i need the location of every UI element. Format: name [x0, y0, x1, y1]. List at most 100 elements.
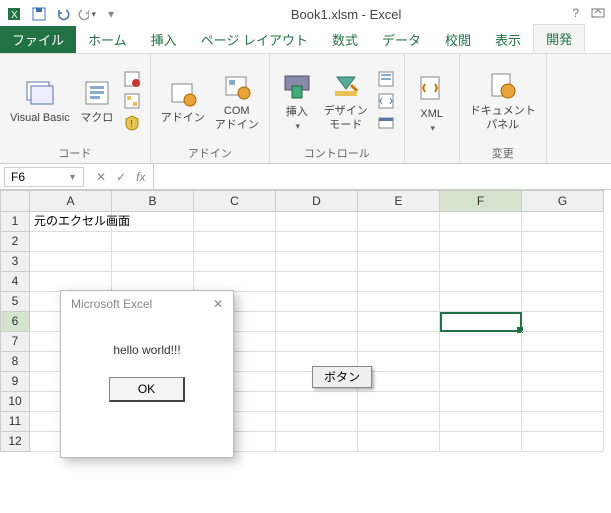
- cell[interactable]: [358, 292, 440, 312]
- cell[interactable]: [276, 312, 358, 332]
- cell[interactable]: [440, 352, 522, 372]
- col-header[interactable]: G: [522, 190, 604, 212]
- row-header[interactable]: 11: [0, 412, 30, 432]
- cancel-formula-icon[interactable]: ✕: [96, 170, 106, 184]
- visual-basic-button[interactable]: Visual Basic: [8, 74, 72, 127]
- tab-data[interactable]: データ: [370, 26, 433, 53]
- col-header[interactable]: F: [440, 190, 522, 212]
- document-panel-button[interactable]: ドキュメント パネル: [468, 67, 538, 133]
- cell[interactable]: [276, 212, 358, 232]
- col-header[interactable]: E: [358, 190, 440, 212]
- cell[interactable]: [440, 392, 522, 412]
- cell[interactable]: [276, 292, 358, 312]
- cell[interactable]: [522, 392, 604, 412]
- row-header[interactable]: 9: [0, 372, 30, 392]
- row-header[interactable]: 10: [0, 392, 30, 412]
- row-header[interactable]: 7: [0, 332, 30, 352]
- col-header[interactable]: C: [194, 190, 276, 212]
- macro-security-icon[interactable]: !: [122, 113, 142, 133]
- cell[interactable]: [194, 212, 276, 232]
- cell[interactable]: [522, 252, 604, 272]
- xml-button[interactable]: XML: [413, 70, 451, 136]
- cell[interactable]: [522, 232, 604, 252]
- save-icon[interactable]: [30, 5, 48, 23]
- cell[interactable]: [522, 272, 604, 292]
- help-icon[interactable]: ?: [572, 6, 579, 23]
- tab-page-layout[interactable]: ページ レイアウト: [189, 26, 320, 53]
- relative-ref-icon[interactable]: [122, 91, 142, 111]
- cell[interactable]: [440, 252, 522, 272]
- redo-icon[interactable]: [78, 5, 96, 23]
- ok-button[interactable]: OK: [109, 377, 185, 402]
- cell[interactable]: [440, 212, 522, 232]
- tab-file[interactable]: ファイル: [0, 26, 76, 53]
- design-mode-button[interactable]: デザイン モード: [322, 67, 370, 133]
- cell[interactable]: [194, 272, 276, 292]
- qat-customize-icon[interactable]: ▾: [102, 5, 120, 23]
- row-header[interactable]: 4: [0, 272, 30, 292]
- cell[interactable]: [358, 212, 440, 232]
- cell[interactable]: [112, 272, 194, 292]
- cell[interactable]: [522, 372, 604, 392]
- cell[interactable]: [522, 412, 604, 432]
- name-box[interactable]: F6▼: [4, 167, 84, 187]
- cell[interactable]: [276, 392, 358, 412]
- cell[interactable]: [276, 332, 358, 352]
- fx-icon[interactable]: fx: [136, 170, 145, 184]
- cell[interactable]: [522, 212, 604, 232]
- select-all-corner[interactable]: [0, 190, 30, 212]
- col-header[interactable]: D: [276, 190, 358, 212]
- cell[interactable]: [276, 432, 358, 452]
- name-box-dropdown-icon[interactable]: ▼: [68, 172, 77, 182]
- cell[interactable]: [522, 352, 604, 372]
- tab-developer[interactable]: 開発: [533, 24, 585, 53]
- record-macro-icon[interactable]: [122, 69, 142, 89]
- undo-icon[interactable]: [54, 5, 72, 23]
- cell[interactable]: [358, 392, 440, 412]
- cell[interactable]: [522, 292, 604, 312]
- enter-formula-icon[interactable]: ✓: [116, 170, 126, 184]
- cell[interactable]: [522, 332, 604, 352]
- addins-button[interactable]: アドイン: [159, 74, 207, 127]
- cell[interactable]: [440, 372, 522, 392]
- cell[interactable]: [440, 332, 522, 352]
- col-header[interactable]: A: [30, 190, 112, 212]
- cell[interactable]: [276, 272, 358, 292]
- cell[interactable]: [440, 232, 522, 252]
- cell[interactable]: [112, 252, 194, 272]
- macro-button[interactable]: マクロ: [78, 74, 116, 127]
- row-header[interactable]: 2: [0, 232, 30, 252]
- com-addins-button[interactable]: COM アドイン: [213, 67, 261, 133]
- form-button[interactable]: ボタン: [312, 366, 372, 388]
- cell[interactable]: [522, 432, 604, 452]
- cell[interactable]: [276, 412, 358, 432]
- cell[interactable]: [30, 272, 112, 292]
- cell[interactable]: [358, 412, 440, 432]
- cell[interactable]: [358, 432, 440, 452]
- tab-insert[interactable]: 挿入: [139, 26, 189, 53]
- cell[interactable]: [276, 232, 358, 252]
- cell[interactable]: [440, 412, 522, 432]
- row-header[interactable]: 5: [0, 292, 30, 312]
- cell[interactable]: [358, 232, 440, 252]
- cell[interactable]: [440, 432, 522, 452]
- cell[interactable]: [358, 332, 440, 352]
- row-header[interactable]: 3: [0, 252, 30, 272]
- properties-icon[interactable]: [376, 69, 396, 89]
- cell[interactable]: 元のエクセル画面: [30, 212, 112, 232]
- insert-control-button[interactable]: 挿入: [278, 68, 316, 134]
- col-header[interactable]: B: [112, 190, 194, 212]
- cell[interactable]: [276, 252, 358, 272]
- cell[interactable]: [30, 232, 112, 252]
- cell[interactable]: [194, 232, 276, 252]
- cell[interactable]: [440, 292, 522, 312]
- cell[interactable]: [440, 312, 522, 332]
- cell[interactable]: [112, 232, 194, 252]
- tab-formulas[interactable]: 数式: [320, 26, 370, 53]
- row-header[interactable]: 8: [0, 352, 30, 372]
- cell[interactable]: [30, 252, 112, 272]
- row-header[interactable]: 1: [0, 212, 30, 232]
- row-header[interactable]: 12: [0, 432, 30, 452]
- cell[interactable]: [194, 252, 276, 272]
- cell[interactable]: [358, 252, 440, 272]
